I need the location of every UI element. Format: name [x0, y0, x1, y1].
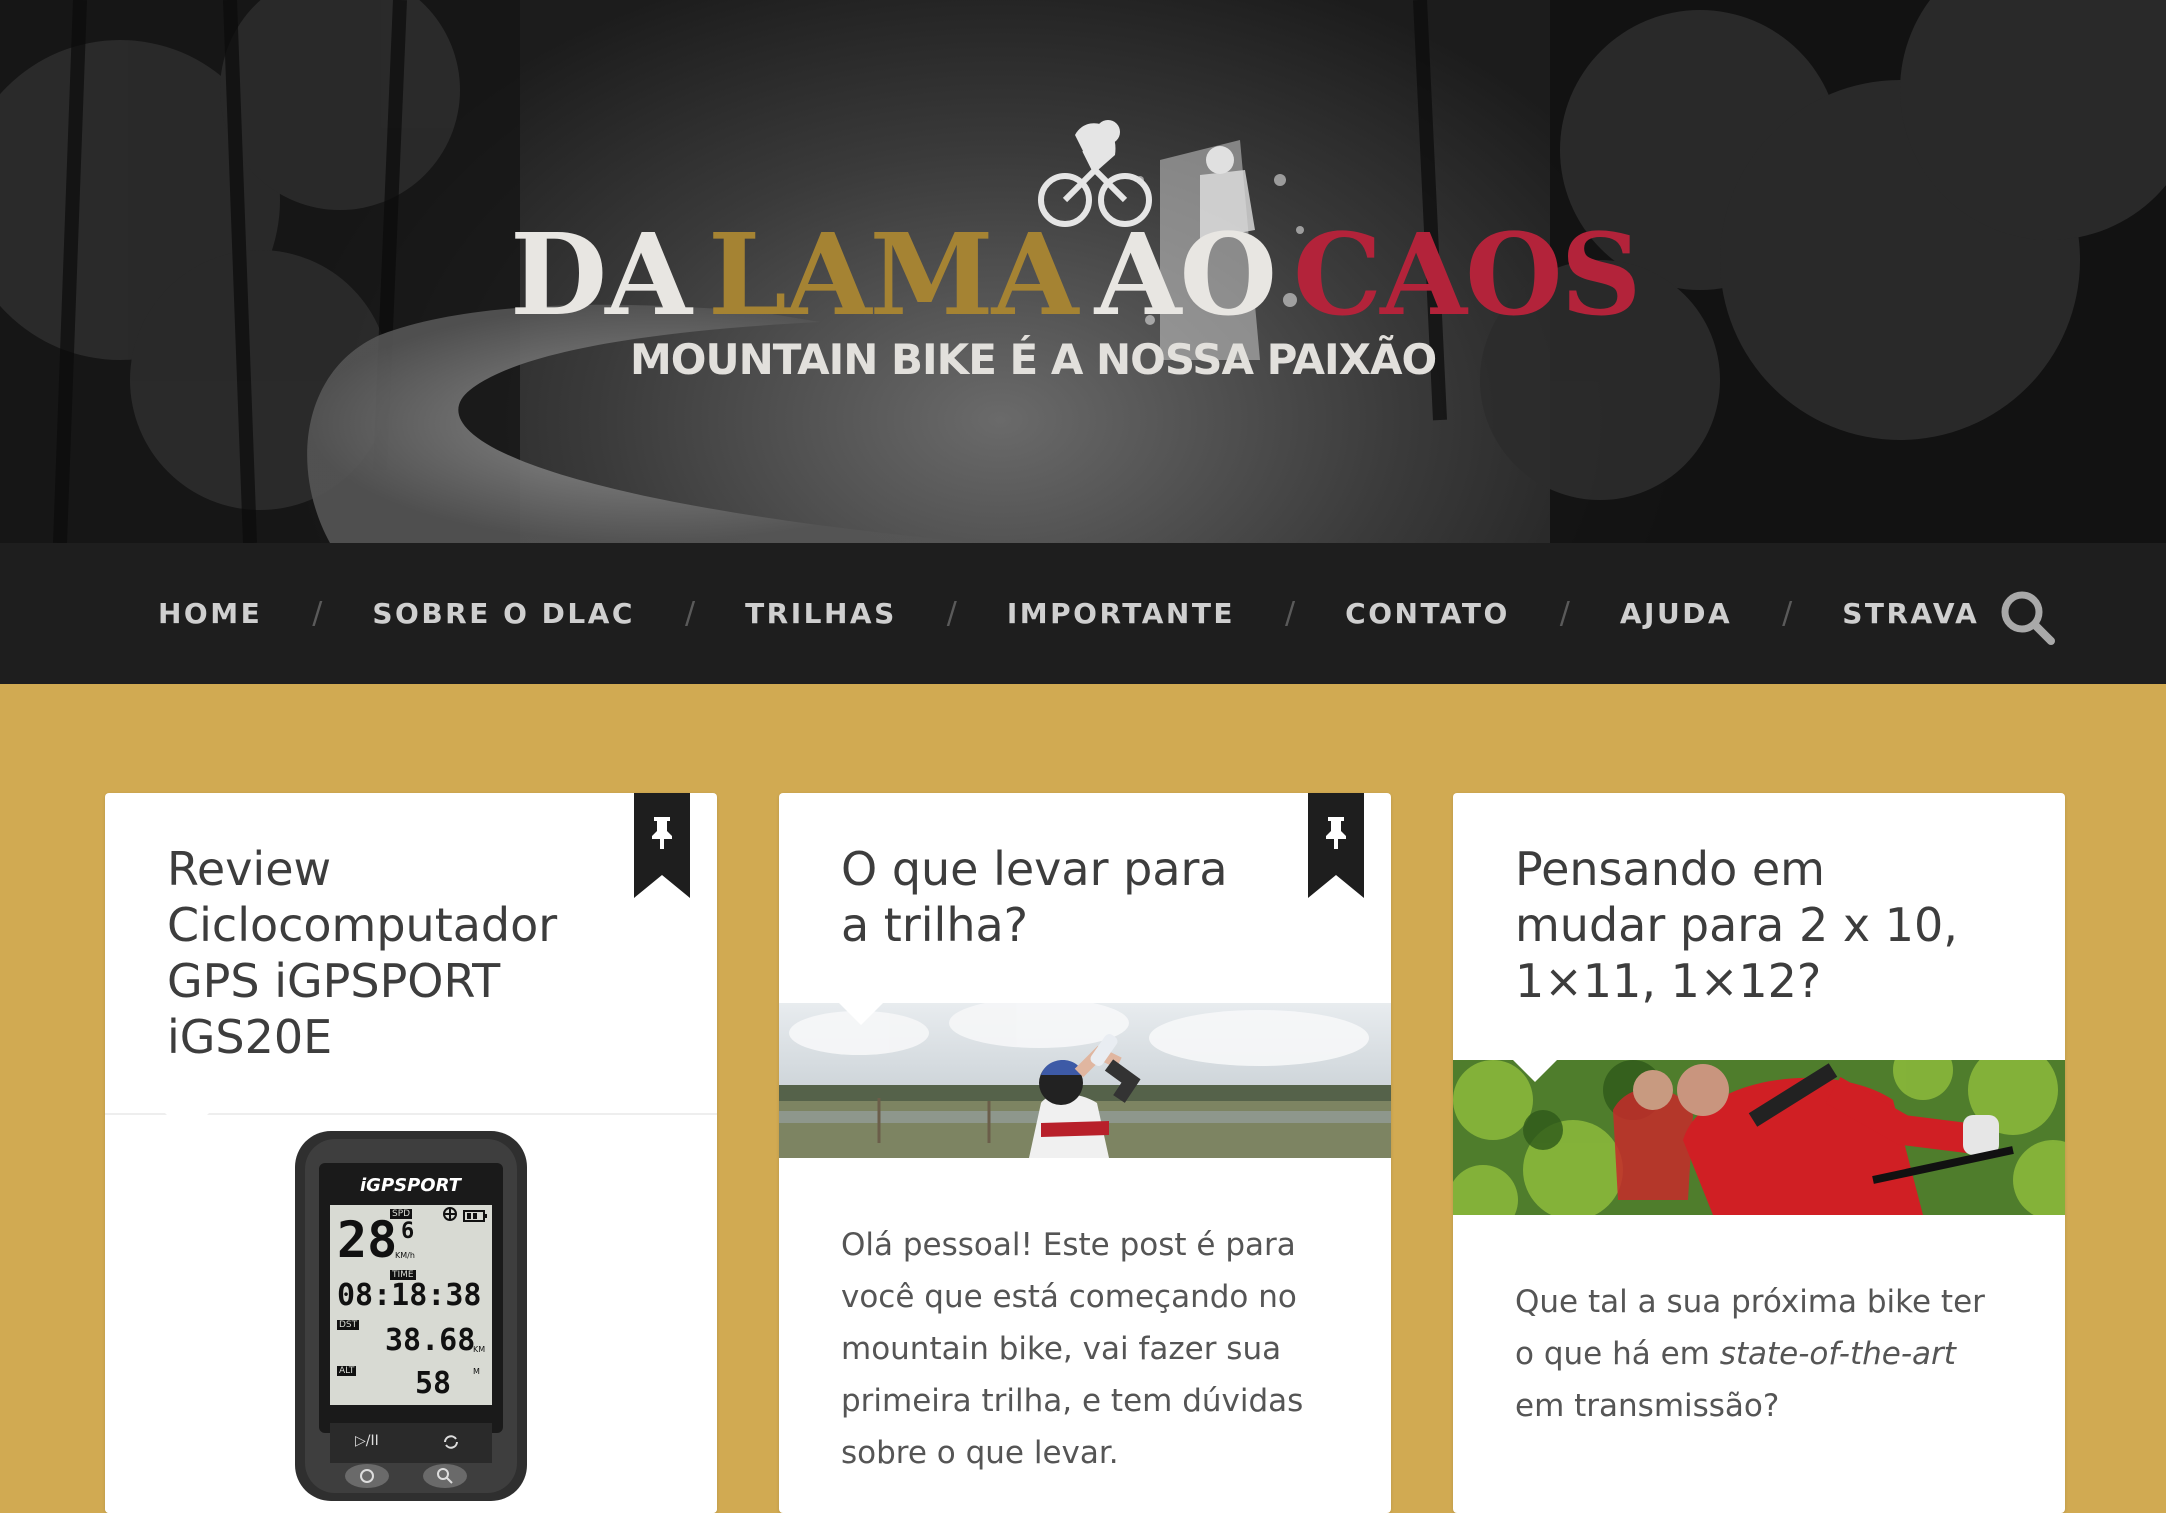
pin-icon [652, 817, 672, 849]
post-title[interactable]: O que levar para a trilha? [841, 841, 1261, 953]
excerpt-italic: state-of-the-art [1719, 1336, 1956, 1372]
gps-distance-unit: KM [473, 1345, 486, 1354]
nav-item-importante[interactable]: IMPORTANTE [1007, 597, 1235, 630]
nav-item-home[interactable]: HOME [158, 597, 262, 630]
post-image-drinking-cyclist[interactable] [779, 1003, 1391, 1158]
nav-menu: HOME / SOBRE O DLAC / TRILHAS / IMPORTANTE /… [158, 543, 1979, 684]
gps-speed: 28 [337, 1211, 398, 1269]
nav-separator: / [1559, 596, 1570, 631]
site-header: DA LAMA AO CAOS MOUNTAIN BIKE É A NOSSA PAI… [0, 0, 2166, 543]
post-photo [779, 1003, 1391, 1158]
site-logo[interactable]: DA LAMA AO CAOS MOUNTAIN BIKE É A NOSSA PAI… [500, 120, 1680, 410]
gps-play-label: ▷/II [355, 1433, 379, 1449]
search-button[interactable] [1998, 588, 2056, 646]
nav-separator: / [684, 596, 696, 631]
post-card-2[interactable]: O que levar para a trilha? Olá pessoal! … [779, 793, 1391, 1513]
gps-signal-icon [443, 1207, 457, 1221]
search-icon [2001, 591, 2055, 645]
nav-separator: / [946, 596, 957, 631]
nav-item-contato[interactable]: CONTATO [1345, 597, 1510, 630]
nav-item-sobre[interactable]: SOBRE O DLAC [372, 597, 635, 630]
refresh-icon [444, 1435, 458, 1449]
logo-word-2: LAMA [708, 210, 1079, 341]
nav-item-ajuda[interactable]: AJUDA [1620, 597, 1732, 630]
nav-separator: / [1285, 596, 1296, 631]
gps-time: 08:18:38 [337, 1278, 482, 1313]
post-title[interactable]: Pensando em mudar para 2 x 10, 1×11, 1×1… [1515, 841, 1985, 1009]
gps-altitude: 58 [415, 1366, 452, 1401]
logo-word-4: CAOS [1293, 210, 1641, 341]
gps-altitude-unit: M [473, 1367, 480, 1376]
pin-icon [1326, 817, 1346, 849]
nav-separator: / [312, 596, 323, 631]
gps-alt-label: ALT [337, 1366, 357, 1376]
site-tagline: MOUNTAIN BIKE É A NOSSA PAIXÃO [630, 335, 1437, 384]
logo-word-1: DA [510, 210, 692, 341]
gps-distance: 38.68 [385, 1323, 476, 1358]
nav-separator: / [1782, 596, 1793, 631]
gps-brand: iGPSPORT [360, 1175, 461, 1196]
title-notch [839, 1003, 883, 1025]
gps-speed-decimal: 6 [401, 1219, 415, 1244]
battery-icon [463, 1210, 487, 1222]
post-image-gps-device[interactable]: iGPSPORT SPD 28 6 KM/h TIME 08:18:38 DST… [105, 1123, 717, 1513]
post-card-3[interactable]: Pensando em mudar para 2 x 10, 1×11, 1×1… [1453, 793, 2065, 1513]
post-title[interactable]: Review Ciclocomputador GPS iGPSPORT iGS2… [167, 841, 647, 1065]
nav-item-strava[interactable]: STRAVA [1842, 597, 1979, 630]
gps-speed-unit: KM/h [395, 1251, 415, 1260]
post-photo [1453, 1060, 2065, 1215]
logo-word-3: AO [1094, 210, 1277, 341]
excerpt-text-end: em transmissão? [1515, 1388, 1780, 1424]
gps-dst-label: DST [337, 1320, 360, 1330]
post-excerpt: Que tal a sua próxima bike ter o que há … [1515, 1276, 2010, 1432]
title-notch [1513, 1060, 1557, 1082]
post-excerpt: Olá pessoal! Este post é para você que e… [841, 1227, 1304, 1471]
main-navigation: HOME / SOBRE O DLAC / TRILHAS / IMPORTANTE /… [0, 543, 2166, 684]
post-image-riders-forest[interactable] [1453, 1060, 2065, 1215]
site-logo-wordmark: DA LAMA AO CAOS [510, 220, 1642, 332]
post-card-1[interactable]: Review Ciclocomputador GPS iGPSPORT iGS2… [105, 793, 717, 1513]
nav-item-trilhas[interactable]: TRILHAS [745, 597, 897, 630]
